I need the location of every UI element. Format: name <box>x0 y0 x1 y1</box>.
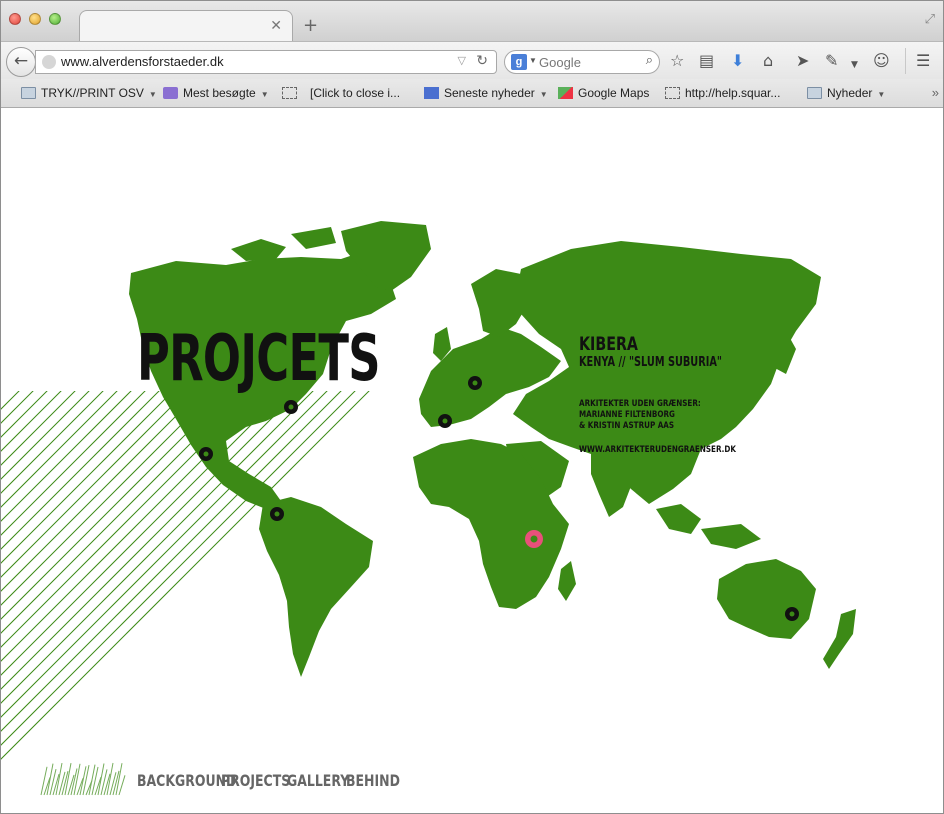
map-marker[interactable] <box>468 376 482 390</box>
google-engine-icon[interactable]: g <box>511 54 527 70</box>
project-website-link[interactable]: WWW.ARKITEKTERUDENGRAENSER.DK <box>579 445 736 456</box>
chat-icon[interactable]: ☺ <box>873 52 890 70</box>
page-icon <box>665 87 680 99</box>
bookmark-item[interactable]: Nyheder ▼ <box>807 86 885 100</box>
map-marker[interactable] <box>438 414 452 428</box>
bookmark-star-icon[interactable]: ☆ <box>670 52 684 70</box>
tool-dropdown-icon[interactable]: ▼ <box>851 56 858 74</box>
map-marker[interactable] <box>199 447 213 461</box>
menu-icon[interactable]: ☰ <box>916 52 930 70</box>
browser-window: ✕ + ⤢ ← www.alverdensforstaeder.dk ▽ ↻ g… <box>0 0 944 814</box>
bookmark-label: http://help.squar... <box>685 86 781 100</box>
bookmark-item[interactable]: Seneste nyheder ▼ <box>424 86 548 100</box>
send-icon[interactable]: ➤ <box>796 52 809 70</box>
new-tab-button[interactable]: + <box>303 15 318 36</box>
project-credit-line: & KRISTIN ASTRUP AAS <box>579 421 675 431</box>
bookmark-label: TRYK//PRINT OSV <box>41 86 144 100</box>
browser-tab[interactable]: ✕ <box>79 10 293 41</box>
nav-gallery[interactable]: GALLERY <box>287 771 349 790</box>
project-name: KIBERA <box>579 333 638 355</box>
map-marker[interactable] <box>270 507 284 521</box>
chevron-down-icon: ▼ <box>148 90 157 99</box>
nav-behind[interactable]: BEHIND <box>346 771 400 790</box>
bookmark-item[interactable]: TRYK//PRINT OSV ▼ <box>21 86 157 100</box>
project-info: KIBERA KENYA // "SLUM SUBURIA" <box>579 333 770 370</box>
folder-icon <box>21 87 36 99</box>
engine-dropdown-icon[interactable]: ▼ <box>529 56 537 65</box>
globe-icon <box>42 55 56 69</box>
chevron-down-icon: ▼ <box>539 90 548 99</box>
eyedropper-icon[interactable]: ✎ <box>825 52 838 70</box>
maps-icon <box>558 87 573 99</box>
search-bar[interactable]: g ▼ Google ⌕ <box>504 50 660 74</box>
rss-icon <box>424 87 439 99</box>
folder-icon <box>807 87 822 99</box>
url-text[interactable]: www.alverdensforstaeder.dk <box>61 54 224 69</box>
search-icon[interactable]: ⌕ <box>646 53 653 68</box>
navigation-toolbar: ← www.alverdensforstaeder.dk ▽ ↻ g ▼ Goo… <box>1 41 943 79</box>
toolbar-divider <box>905 48 906 74</box>
project-credit-line: ARKITEKTER UDEN GRÆNSER: <box>579 399 701 409</box>
home-icon[interactable]: ⌂ <box>763 52 773 70</box>
bookmark-item[interactable]: [Click to close i... <box>282 86 400 100</box>
close-window-button[interactable] <box>9 13 21 25</box>
address-bar[interactable]: www.alverdensforstaeder.dk ▽ ↻ <box>35 50 497 74</box>
project-subtitle: KENYA // "SLUM SUBURIA" <box>579 355 722 370</box>
bookmark-label: Nyheder <box>827 86 873 100</box>
more-bookmarks-icon[interactable]: » <box>932 85 939 100</box>
history-icon <box>163 87 178 99</box>
fullscreen-icon[interactable]: ⤢ <box>925 11 935 27</box>
reload-icon[interactable]: ↻ <box>476 53 488 69</box>
search-input[interactable]: Google <box>539 55 581 70</box>
logo <box>40 762 126 796</box>
project-credit-line: MARIANNE FILTENBORG <box>579 410 675 420</box>
title-bar: ✕ + ⤢ <box>1 1 943 41</box>
page-icon <box>282 87 297 99</box>
bookmark-label: Google Maps <box>578 86 650 100</box>
bookmark-label: [Click to close i... <box>310 86 401 100</box>
bookmark-label: Mest besøgte <box>183 86 256 100</box>
chevron-down-icon: ▼ <box>260 90 269 99</box>
world-map <box>1 221 856 796</box>
page-title: PROJCETS <box>137 322 380 396</box>
bookmark-label: Seneste nyheder <box>444 86 535 100</box>
map-marker[interactable] <box>284 400 298 414</box>
continents <box>129 221 856 677</box>
chevron-down-icon: ▼ <box>877 90 886 99</box>
url-dropdown-icon[interactable]: ▽ <box>458 54 466 67</box>
nav-projects[interactable]: PROJECTS <box>221 771 290 790</box>
bookmark-item[interactable]: Google Maps <box>558 86 649 100</box>
map-marker[interactable] <box>785 607 799 621</box>
bookmarks-menu-icon[interactable]: ▤ <box>699 52 714 70</box>
bookmarks-toolbar: TRYK//PRINT OSV ▼ Mest besøgte ▼ [Click to… <box>1 79 943 108</box>
downloads-icon[interactable]: ⬇ <box>731 52 744 70</box>
active-map-marker[interactable] <box>525 530 543 548</box>
bookmark-item[interactable]: http://help.squar... <box>665 86 780 100</box>
minimize-window-button[interactable] <box>29 13 41 25</box>
close-tab-icon[interactable]: ✕ <box>270 17 282 34</box>
back-button[interactable]: ← <box>6 47 36 77</box>
bookmark-item[interactable]: Mest besøgte ▼ <box>163 86 269 100</box>
maximize-window-button[interactable] <box>49 13 61 25</box>
web-page: PROJCETS KIBERA KENYA // "SLUM SUBURIA" … <box>1 109 943 813</box>
